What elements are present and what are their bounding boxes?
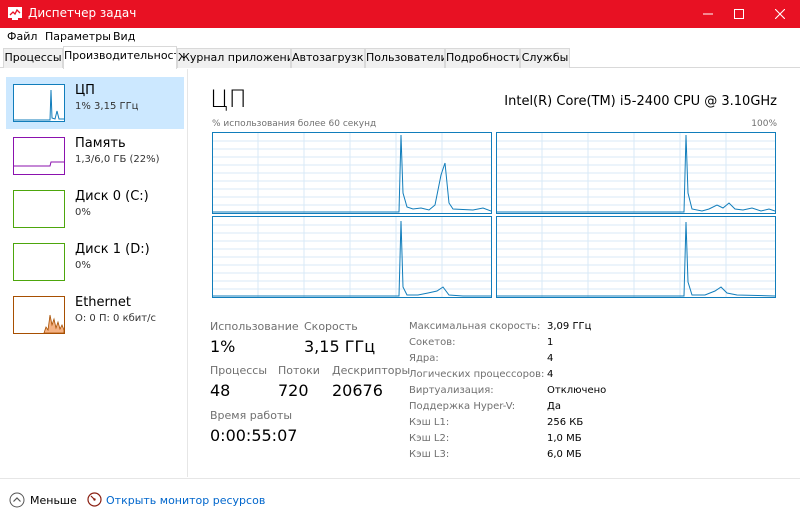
- open-resource-monitor-link[interactable]: Открыть монитор ресурсов: [106, 494, 265, 507]
- usage-value: 1%: [210, 337, 236, 356]
- window-title: Диспетчер задач: [28, 6, 137, 20]
- sidebar-item-value: 0%: [75, 260, 91, 271]
- menu-view[interactable]: Вид: [113, 30, 135, 43]
- sidebar-item-label: Ethernet: [75, 295, 131, 310]
- graph-max-label: 100%: [751, 119, 777, 129]
- speed-label: Скорость: [304, 320, 358, 333]
- maximize-button[interactable]: [721, 0, 757, 28]
- handles-value: 20676: [332, 381, 383, 400]
- info-value: 256 КБ: [547, 417, 584, 428]
- task-manager-icon: [8, 7, 22, 20]
- close-icon: [775, 9, 785, 19]
- cpu-model: Intel(R) Core(TM) i5-2400 CPU @ 3.10GHz: [504, 94, 777, 109]
- processes-value: 48: [210, 381, 231, 400]
- menu-bar: Файл Параметры Вид: [0, 28, 800, 46]
- uptime-value: 0:00:55:07: [210, 426, 298, 445]
- threads-label: Потоки: [278, 364, 320, 377]
- uptime-label: Время работы: [210, 409, 293, 422]
- info-label: Виртуализация:: [409, 385, 494, 396]
- handles-label: Дескрипторы: [332, 364, 411, 377]
- info-value: Отключено: [547, 385, 607, 396]
- cpu-core-graph-1: [212, 132, 492, 214]
- fewer-details-button[interactable]: Меньше: [30, 494, 77, 507]
- info-label: Кэш L3:: [409, 449, 450, 460]
- sidebar-item-value: 1% 3,15 ГГц: [75, 101, 139, 112]
- cpu-core-graph-3: [212, 216, 492, 298]
- cpu-details-panel: ЦП Intel(R) Core(TM) i5-2400 CPU @ 3.10G…: [189, 69, 800, 477]
- tab-processes[interactable]: Процессы: [3, 48, 63, 68]
- tab-startup[interactable]: Автозагрузка: [291, 48, 365, 68]
- tab-details[interactable]: Подробности: [445, 48, 520, 68]
- ethernet-thumbnail-graph: [13, 296, 65, 334]
- sidebar-item-disk-0[interactable]: Диск 0 (C:) 0%: [6, 183, 184, 235]
- info-value: 1,0 МБ: [547, 433, 582, 444]
- sidebar-item-memory[interactable]: Память 1,3/6,0 ГБ (22%): [6, 130, 184, 182]
- page-title: ЦП: [210, 85, 247, 113]
- info-label: Сокетов:: [409, 337, 456, 348]
- info-label: Максимальная скорость:: [409, 321, 541, 332]
- graph-axis-label: % использования более 60 секунд: [212, 119, 377, 129]
- tab-services[interactable]: Службы: [520, 48, 570, 68]
- sidebar-item-value: О: 0 П: 0 кбит/с: [75, 313, 156, 324]
- info-label: Ядра:: [409, 353, 439, 364]
- sidebar-item-value: 1,3/6,0 ГБ (22%): [75, 154, 160, 165]
- resource-list: ЦП 1% 3,15 ГГц Память 1,3/6,0 ГБ (22%) Д…: [0, 69, 188, 477]
- close-button[interactable]: [762, 0, 798, 28]
- info-label: Кэш L2:: [409, 433, 450, 444]
- tab-bar: Процессы Производительность Журнал прило…: [0, 46, 800, 69]
- minimize-icon: [703, 13, 713, 15]
- info-value: 4: [547, 353, 554, 364]
- sidebar-item-disk-1[interactable]: Диск 1 (D:) 0%: [6, 236, 184, 288]
- title-bar[interactable]: Диспетчер задач: [0, 0, 800, 28]
- sidebar-item-label: Память: [75, 136, 126, 151]
- speed-value: 3,15 ГГц: [304, 337, 376, 356]
- maximize-icon: [734, 9, 744, 19]
- info-value: 1: [547, 337, 554, 348]
- menu-file[interactable]: Файл: [7, 30, 37, 43]
- disk-1-thumbnail-graph: [13, 243, 65, 281]
- info-value: 4: [547, 369, 554, 380]
- info-value: Да: [547, 401, 561, 412]
- sidebar-item-label: ЦП: [75, 83, 95, 98]
- disk-0-thumbnail-graph: [13, 190, 65, 228]
- chevron-up-icon[interactable]: [9, 492, 25, 508]
- cpu-thumbnail-graph: [13, 84, 65, 122]
- footer-bar: Меньше Открыть монитор ресурсов: [0, 478, 800, 522]
- threads-value: 720: [278, 381, 309, 400]
- sidebar-item-label: Диск 1 (D:): [75, 242, 150, 257]
- resource-monitor-icon: [87, 492, 102, 507]
- tab-users[interactable]: Пользователи: [365, 48, 445, 68]
- tab-performance[interactable]: Производительность: [63, 46, 177, 69]
- info-label: Поддержка Hyper-V:: [409, 401, 516, 412]
- usage-label: Использование: [210, 320, 299, 333]
- sidebar-item-label: Диск 0 (C:): [75, 189, 149, 204]
- menu-options[interactable]: Параметры: [45, 30, 111, 43]
- sidebar-item-ethernet[interactable]: Ethernet О: 0 П: 0 кбит/с: [6, 289, 184, 341]
- sidebar-item-value: 0%: [75, 207, 91, 218]
- sidebar-item-cpu[interactable]: ЦП 1% 3,15 ГГц: [6, 77, 184, 129]
- info-value: 3,09 ГГц: [547, 321, 592, 332]
- info-value: 6,0 МБ: [547, 449, 582, 460]
- tab-app-history[interactable]: Журнал приложений: [177, 48, 291, 68]
- processes-label: Процессы: [210, 364, 268, 377]
- info-label: Логических процессоров:: [409, 369, 545, 380]
- info-label: Кэш L1:: [409, 417, 450, 428]
- cpu-core-graph-4: [496, 216, 776, 298]
- cpu-core-graph-2: [496, 132, 776, 214]
- memory-thumbnail-graph: [13, 137, 65, 175]
